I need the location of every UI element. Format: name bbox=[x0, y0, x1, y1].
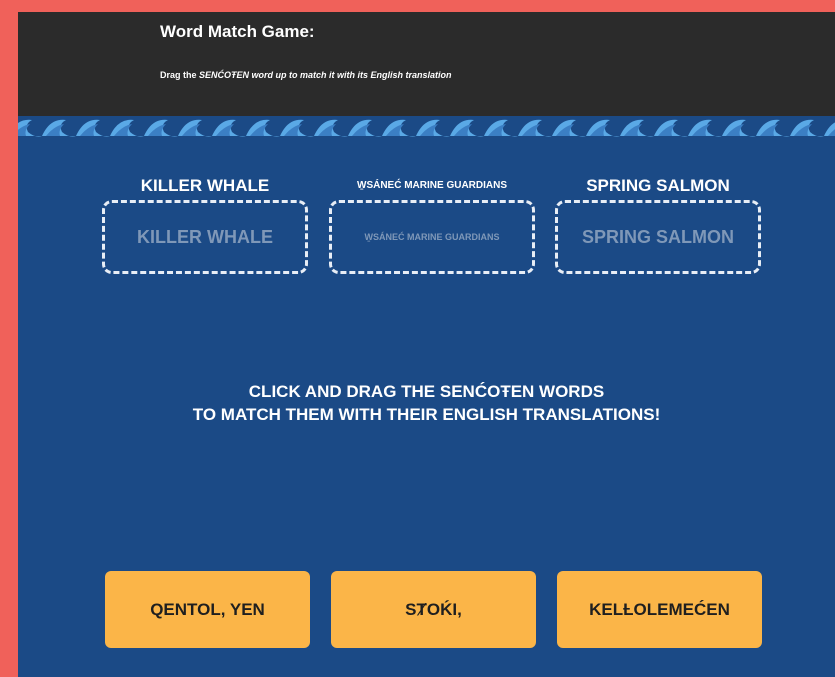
word-card-stoki[interactable]: SȾOḰI, bbox=[331, 571, 536, 648]
drop-zone-killer-whale[interactable]: KILLER WHALE bbox=[102, 200, 308, 274]
instruction-prefix: Drag the bbox=[160, 70, 200, 80]
word-card-kelholemecen[interactable]: KELȽOLEMEĆEN bbox=[557, 571, 762, 648]
slot-label: KILLER WHALE bbox=[140, 176, 270, 195]
game-instructions: Drag the SENĆOŦEN word up to match it wi… bbox=[160, 70, 452, 80]
slot-label: SPRING SALMON bbox=[586, 176, 730, 195]
prompt-line-2: TO MATCH THEM WITH THEIR ENGLISH TRANSLA… bbox=[192, 405, 661, 424]
slot-killer-whale: KILLER WHALE KILLER WHALE bbox=[102, 174, 308, 274]
drag-prompt: CLICK AND DRAG THE SENĆOŦEN WORDS TO MAT… bbox=[18, 380, 835, 426]
word-card-qentol-yen[interactable]: QENTOL, YEN bbox=[105, 571, 310, 648]
slot-marine-guardians: W̱SÁNEĆ MARINE GUARDIANS W̱SÁNEĆ MARINE … bbox=[329, 174, 535, 274]
slot-label: W̱SÁNEĆ MARINE GUARDIANS bbox=[357, 180, 507, 191]
wave-border bbox=[18, 116, 835, 140]
drop-zone-marine-guardians[interactable]: W̱SÁNEĆ MARINE GUARDIANS bbox=[329, 200, 535, 274]
prompt-line-1: CLICK AND DRAG THE SENĆOŦEN WORDS bbox=[248, 382, 605, 401]
game-title: Word Match Game: bbox=[160, 22, 315, 41]
game-header: Word Match Game: Drag the SENĆOŦEN word … bbox=[18, 12, 835, 118]
drop-zone-spring-salmon[interactable]: SPRING SALMON bbox=[555, 200, 761, 274]
instruction-emphasis: SENĆOŦEN word up to match it with its En… bbox=[199, 70, 452, 80]
slot-spring-salmon: SPRING SALMON SPRING SALMON bbox=[555, 174, 761, 274]
game-frame: Word Match Game: Drag the SENĆOŦEN word … bbox=[18, 12, 835, 677]
